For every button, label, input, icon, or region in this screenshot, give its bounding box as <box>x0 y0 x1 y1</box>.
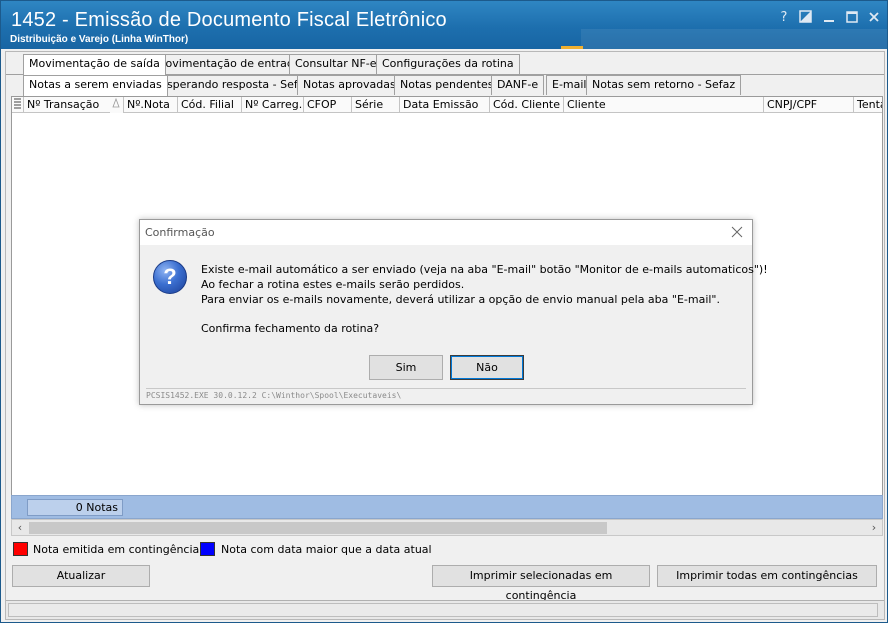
window-subtitle: Distribuição e Varejo (Linha WinThor) <box>10 34 189 45</box>
tab-movimentacao-saida[interactable]: Movimentação de saída <box>23 54 166 75</box>
imprimir-todas-button[interactable]: Imprimir todas em contingências <box>657 565 877 587</box>
sort-asc-icon[interactable] <box>110 97 124 113</box>
scroll-left-icon[interactable]: ‹ <box>12 520 28 535</box>
confirmation-dialog: Confirmação ? Existe e-mail automático a… <box>139 219 768 405</box>
dialog-close-icon[interactable] <box>730 225 744 239</box>
title-accent-bar <box>561 46 583 49</box>
dialog-title-bar[interactable]: Confirmação <box>140 220 752 245</box>
col-cliente[interactable]: Cliente <box>564 97 764 113</box>
status-bar <box>6 600 884 619</box>
scroll-thumb[interactable] <box>29 522 607 534</box>
horizontal-scrollbar[interactable]: ‹ › <box>11 519 883 536</box>
scroll-right-icon[interactable]: › <box>866 520 882 535</box>
tab-notas-serem-enviadas[interactable]: Notas a serem enviadas <box>23 75 168 96</box>
col-transacao[interactable]: Nº Transação <box>24 97 124 113</box>
dialog-message-line-2: Ao fechar a rotina estes e-mails serão p… <box>201 278 465 291</box>
dialog-message-line-1: Existe e-mail automático a ser enviado (… <box>201 263 768 276</box>
sim-button[interactable]: Sim <box>369 355 443 380</box>
tab-consultar-nfe[interactable]: Consultar NF-e <box>289 54 383 74</box>
legend-red-swatch <box>13 542 28 556</box>
tab-esperando-resposta[interactable]: Esperando resposta - Sefaz <box>154 75 317 95</box>
column-chooser-icon[interactable] <box>12 97 24 113</box>
col-data-emissao[interactable]: Data Emissão <box>400 97 490 113</box>
grid-header: Nº Transação Nº.Nota Cód. Filial Nº Carr… <box>12 97 882 113</box>
restore-icon[interactable] <box>799 10 815 26</box>
close-icon[interactable] <box>867 10 883 26</box>
col-cod-filial[interactable]: Cód. Filial <box>178 97 242 113</box>
tab-configuracoes[interactable]: Configurações da rotina <box>376 54 520 74</box>
tab-notas-sem-retorno[interactable]: Notas sem retorno - Sefaz <box>586 75 742 95</box>
status-panel <box>8 603 878 617</box>
col-tentativas[interactable]: Tenta <box>854 97 882 113</box>
grid-footer: 0 Notas <box>11 495 883 519</box>
legend-data-maior: Nota com data maior que a data atual <box>221 543 432 556</box>
dialog-title: Confirmação <box>145 226 215 239</box>
tab-notas-aprovadas[interactable]: Notas aprovadas <box>297 75 402 95</box>
col-cod-cliente[interactable]: Cód. Cliente <box>490 97 564 113</box>
maximize-icon[interactable] <box>845 10 861 26</box>
minimize-icon[interactable] <box>822 10 838 26</box>
dialog-footer-path: PCSIS1452.EXE 30.0.12.2 C:\Winthor\Spool… <box>146 388 746 400</box>
window-title: 1452 - Emissão de Documento Fiscal Eletr… <box>11 9 447 31</box>
nao-button[interactable]: Não <box>450 355 524 380</box>
dialog-question: Confirma fechamento da rotina? <box>201 322 380 335</box>
title-decoration <box>581 29 887 49</box>
col-nota[interactable]: Nº.Nota <box>124 97 178 113</box>
dialog-message-line-3: Para enviar os e-mails novamente, deverá… <box>201 293 720 306</box>
notes-count: 0 Notas <box>27 499 123 516</box>
title-bar[interactable]: 1452 - Emissão de Documento Fiscal Eletr… <box>1 1 887 49</box>
col-cfop[interactable]: CFOP <box>304 97 352 113</box>
legend-blue-swatch <box>200 542 215 556</box>
imprimir-selecionadas-button[interactable]: Imprimir selecionadas em contingência <box>432 565 650 602</box>
legend-contingencia: Nota emitida em contingência <box>33 543 200 556</box>
atualizar-button[interactable]: Atualizar <box>12 565 150 587</box>
col-carreg[interactable]: Nº Carreg. <box>242 97 304 113</box>
help-icon[interactable]: ? <box>776 10 792 26</box>
question-icon: ? <box>153 260 187 294</box>
tab-danfe[interactable]: DANF-e <box>491 75 545 95</box>
col-serie[interactable]: Série <box>352 97 400 113</box>
app-window: 1452 - Emissão de Documento Fiscal Eletr… <box>0 0 888 623</box>
col-cnpj[interactable]: CNPJ/CPF <box>764 97 854 113</box>
tab-notas-pendentes[interactable]: Notas pendentes <box>394 75 500 95</box>
tab-movimentacao-entrada[interactable]: Movimentação de entrada <box>150 54 307 74</box>
